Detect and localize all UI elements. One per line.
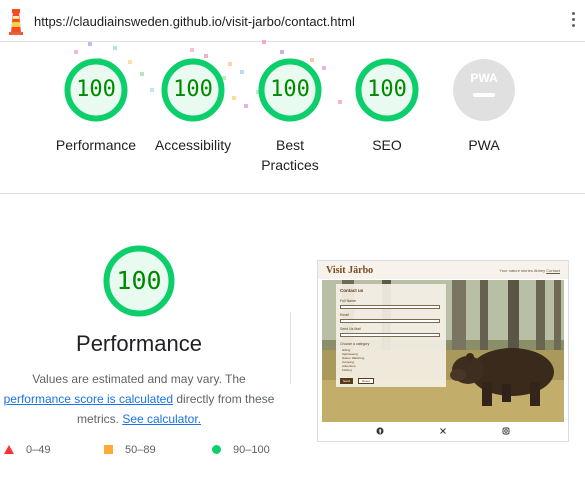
report-header: https://claudiainsweden.github.io/visit-… <box>0 0 585 42</box>
form-input-name <box>340 305 440 309</box>
site-header: Visit Järbo Your nature stories Abbey Co… <box>318 261 568 279</box>
form-input-email <box>340 319 440 323</box>
contact-form-preview: Contact us Full Name Email Send Us Mail … <box>336 284 446 387</box>
gauge-seo-score: 100 <box>367 77 407 102</box>
site-footer <box>318 423 568 441</box>
instagram-icon[interactable] <box>502 427 510 435</box>
section-divider <box>0 193 585 194</box>
legend-pass: 90–100 <box>212 444 270 456</box>
score-calculated-link[interactable]: performance score is calculated <box>4 392 173 406</box>
performance-title: Performance <box>76 331 202 356</box>
gauge-performance[interactable]: 100 Performance <box>46 58 146 155</box>
site-nav-links: Your nature stories Abbey <box>499 268 546 273</box>
gauge-performance-score: 100 <box>76 77 116 102</box>
circle-icon <box>212 445 221 454</box>
form-option: Fishing <box>342 368 352 372</box>
legend-fail-range: 0–49 <box>26 444 51 456</box>
gauge-best-practices[interactable]: 100 Best Practices <box>240 58 340 175</box>
see-calculator-link[interactable]: See calculator. <box>122 412 201 426</box>
form-input-mail <box>340 333 440 337</box>
gauge-performance-label: Performance <box>55 137 137 153</box>
form-title: Contact us <box>340 288 364 293</box>
square-icon <box>104 445 113 454</box>
gauge-pwa[interactable]: PWA PWA <box>434 58 534 155</box>
page-url: https://claudiainsweden.github.io/visit-… <box>34 14 355 29</box>
form-label-name: Full Name <box>340 299 356 303</box>
legend-pass-range: 90–100 <box>233 444 270 456</box>
form-options-label: Choose a category <box>340 342 370 346</box>
form-reset-button: Reset <box>358 378 374 384</box>
site-nav-active: Contact <box>546 268 560 273</box>
form-label-email: Email <box>340 313 349 317</box>
performance-note-text: Values are estimated and may vary. The <box>32 372 246 386</box>
score-legend: 0–49 50–89 90–100 <box>0 444 300 460</box>
form-label-mail: Send Us Mail <box>340 327 361 331</box>
performance-summary: 100 Performance Values are estimated and… <box>0 245 278 429</box>
gauge-best-practices-label: Best Practices <box>261 137 319 173</box>
kebab-menu-icon[interactable] <box>567 12 579 32</box>
pwa-badge-icon: PWA <box>453 59 515 121</box>
performance-score: 100 <box>116 266 162 295</box>
lighthouse-icon <box>9 9 23 35</box>
final-screenshot[interactable]: Visit Järbo Your nature stories Abbey Co… <box>317 260 569 442</box>
x-icon[interactable] <box>439 427 447 435</box>
legend-average: 50–89 <box>104 444 156 456</box>
pwa-badge-text: PWA <box>470 71 498 85</box>
gauge-accessibility[interactable]: 100 Accessibility <box>143 58 243 155</box>
gauge-accessibility-label: Accessibility <box>154 137 232 153</box>
site-title: Visit Järbo <box>326 265 374 276</box>
triangle-icon <box>4 445 14 454</box>
legend-average-range: 50–89 <box>125 444 156 456</box>
gauge-seo[interactable]: 100 SEO <box>337 58 437 155</box>
category-gauges: 100 Performance 100 Accessibility 100 Be… <box>0 58 585 188</box>
form-send-button: Send <box>340 378 354 384</box>
site-nav: Your nature stories Abbey Contact <box>499 268 560 273</box>
gauge-accessibility-score: 100 <box>173 77 213 102</box>
facebook-icon[interactable] <box>376 427 384 435</box>
vertical-divider <box>290 312 291 384</box>
legend-fail: 0–49 <box>4 444 50 456</box>
gauge-pwa-label: PWA <box>468 137 500 153</box>
gauge-best-practices-score: 100 <box>270 77 310 102</box>
gauge-seo-label: SEO <box>372 137 402 153</box>
performance-note: Values are estimated and may vary. The p… <box>0 369 278 429</box>
